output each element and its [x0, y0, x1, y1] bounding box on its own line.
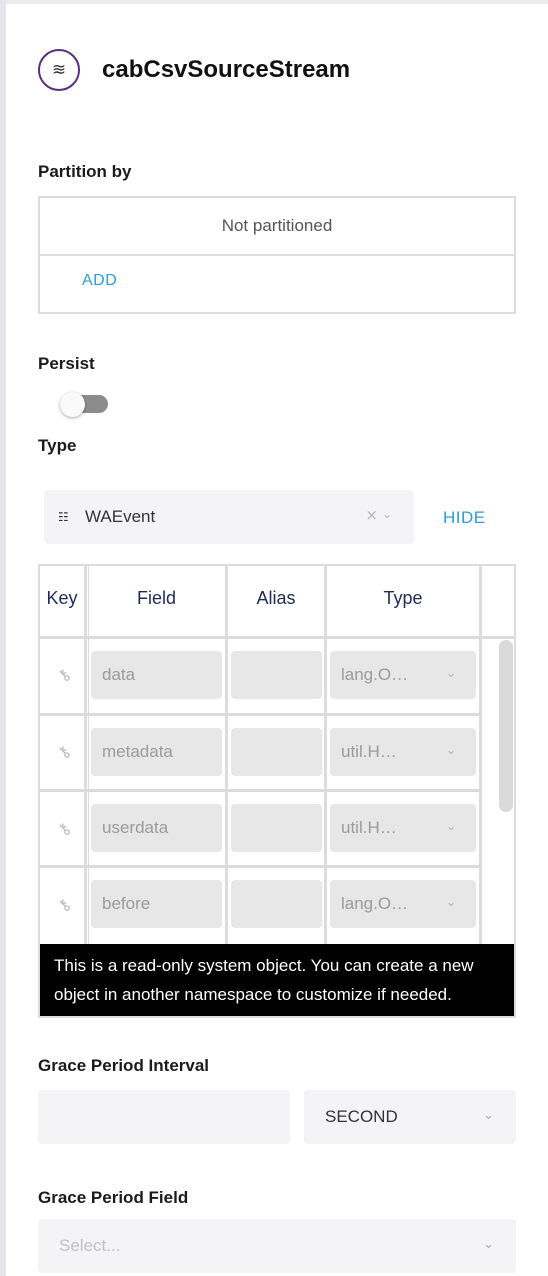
- column-header-alias: Alias: [256, 588, 296, 608]
- row-divider: [40, 789, 481, 792]
- fields-table: Key Field Alias Type ⚷ data lang.O… ⌄ ⚷ …: [38, 564, 516, 1018]
- add-partition-button[interactable]: ADD: [82, 272, 117, 290]
- top-divider: [6, 0, 548, 4]
- chevron-down-icon: ⌄: [483, 1237, 494, 1252]
- page-title: cabCsvSourceStream: [102, 56, 351, 83]
- chevron-down-icon: ⌄: [445, 819, 456, 833]
- clear-icon[interactable]: ×: [365, 506, 378, 524]
- type-select[interactable]: ☷ WAEvent × ⌄: [44, 490, 414, 544]
- grace-period-unit-value: SECOND: [325, 1107, 398, 1126]
- grace-period-unit-select[interactable]: SECOND ⌄: [304, 1090, 516, 1144]
- column-header-key: Key: [46, 588, 78, 608]
- header-divider: [40, 636, 514, 639]
- key-icon[interactable]: ⚷: [49, 890, 80, 921]
- type-cell-value: lang.O…: [341, 894, 409, 913]
- type-cell-value: lang.O…: [341, 665, 409, 684]
- field-name-input[interactable]: before: [91, 880, 222, 928]
- chevron-down-icon: ⌄: [445, 895, 456, 909]
- persist-label: Persist: [38, 354, 95, 373]
- read-only-tooltip: This is a read-only system object. You c…: [40, 944, 514, 1016]
- field-name-input[interactable]: metadata: [91, 728, 222, 776]
- field-name-input[interactable]: userdata: [91, 804, 222, 852]
- field-name-input[interactable]: data: [91, 651, 222, 699]
- partition-by-label: Partition by: [38, 162, 132, 181]
- type-cell-select[interactable]: util.H… ⌄: [330, 728, 476, 776]
- key-icon[interactable]: ⚷: [49, 814, 80, 845]
- chevron-down-icon: ⌄: [483, 1108, 494, 1123]
- chevron-down-icon[interactable]: ⌄: [382, 507, 392, 521]
- row-divider: [40, 865, 481, 868]
- stream-header: ≋ cabCsvSourceStream: [38, 49, 350, 91]
- left-panel-rail: [0, 0, 6, 1276]
- column-header-field: Field: [136, 588, 176, 608]
- type-cell-value: util.H…: [341, 742, 397, 761]
- type-label: Type: [38, 436, 77, 455]
- alias-input[interactable]: [231, 651, 322, 699]
- list-icon: ☷: [58, 510, 69, 524]
- column-header-type: Type: [383, 588, 423, 608]
- hide-fields-button[interactable]: HIDE: [443, 508, 486, 528]
- type-cell-value: util.H…: [341, 818, 397, 837]
- grace-period-interval-label: Grace Period Interval: [38, 1056, 210, 1075]
- type-cell-select[interactable]: lang.O… ⌄: [330, 651, 476, 699]
- table-scrollbar[interactable]: [499, 640, 513, 812]
- row-divider: [40, 713, 481, 716]
- key-icon[interactable]: ⚷: [49, 660, 80, 691]
- chevron-down-icon: ⌄: [445, 666, 456, 680]
- partition-box: Not partitioned ADD: [38, 196, 516, 314]
- stream-icon: ≋: [38, 49, 80, 91]
- grace-period-field-placeholder: Select...: [59, 1236, 121, 1255]
- grace-period-interval-input[interactable]: [38, 1090, 290, 1144]
- chevron-down-icon: ⌄: [445, 743, 456, 757]
- partition-empty-text: Not partitioned: [40, 198, 514, 256]
- type-select-value: WAEvent: [85, 507, 156, 526]
- persist-toggle[interactable]: [60, 392, 110, 418]
- grace-period-field-label: Grace Period Field: [38, 1188, 189, 1207]
- alias-input[interactable]: [231, 728, 322, 776]
- toggle-knob: [60, 392, 85, 417]
- type-cell-select[interactable]: util.H… ⌄: [330, 804, 476, 852]
- alias-input[interactable]: [231, 804, 322, 852]
- grace-period-field-select[interactable]: Select... ⌄: [38, 1219, 516, 1273]
- key-icon[interactable]: ⚷: [49, 737, 80, 768]
- type-cell-select[interactable]: lang.O… ⌄: [330, 880, 476, 928]
- alias-input[interactable]: [231, 880, 322, 928]
